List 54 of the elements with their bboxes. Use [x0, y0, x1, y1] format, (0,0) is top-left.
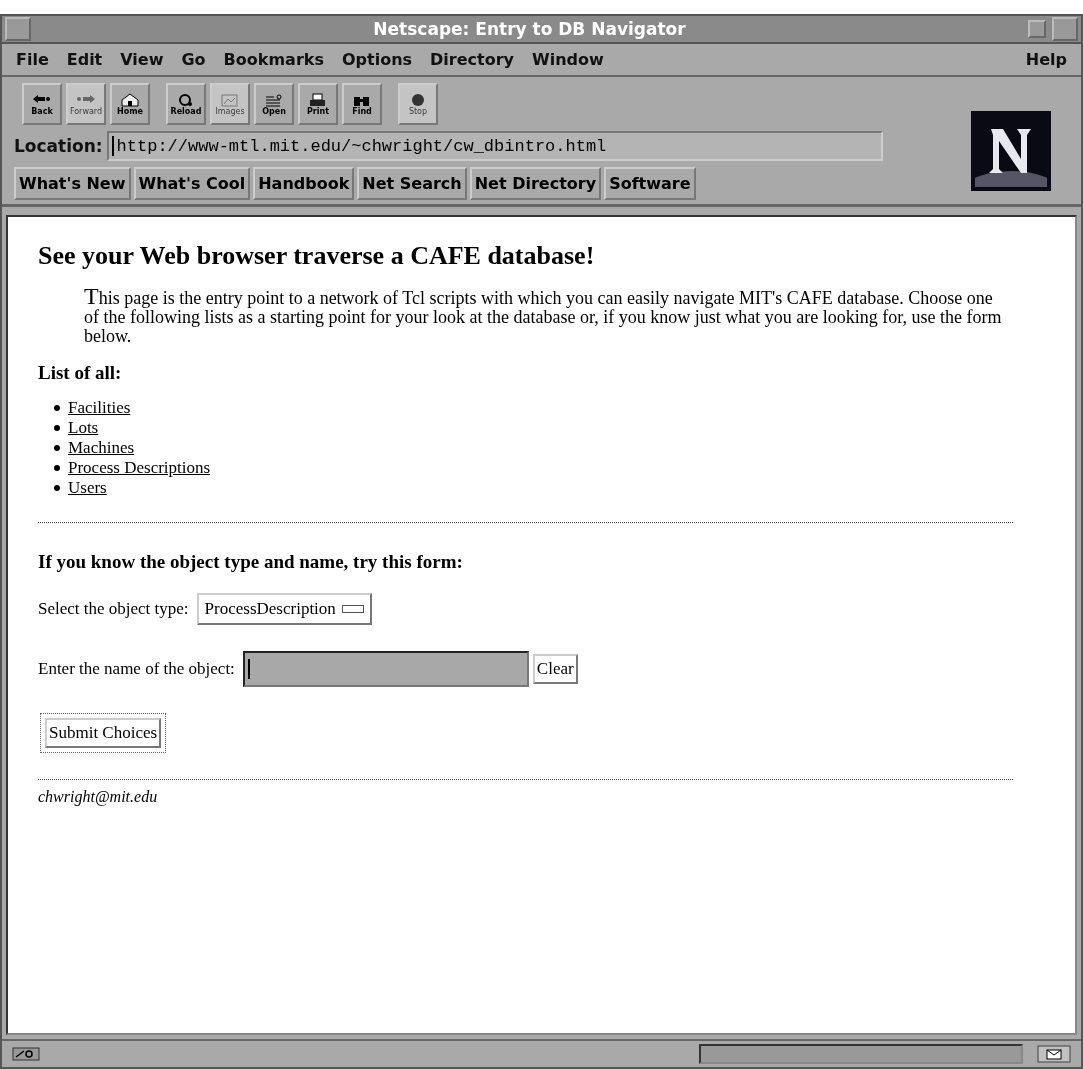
- section-heading: If you know the object type and name, try this form:: [38, 551, 464, 573]
- page-heading: See your Web browser traverse a CAFE database!: [38, 241, 596, 271]
- toolbar-button[interactable]: Print: [298, 83, 338, 125]
- menu-item[interactable]: File: [16, 50, 49, 69]
- section-heading: List of all:: [38, 362, 123, 384]
- toolbar-button[interactable]: Reload: [166, 83, 206, 125]
- open-icon: [263, 92, 285, 107]
- menu-item[interactable]: Edit: [66, 50, 103, 69]
- bullet-icon: [54, 405, 60, 411]
- field-label: Enter the name of the object:: [38, 659, 235, 679]
- security-key-icon: [12, 1047, 40, 1061]
- menu-item[interactable]: Window: [532, 50, 604, 69]
- home-icon: [119, 92, 141, 107]
- window-menu-button[interactable]: [5, 17, 31, 41]
- netscape-logo[interactable]: [971, 111, 1051, 191]
- bullet-icon: [54, 445, 60, 451]
- toolbar-button[interactable]: Open: [254, 83, 294, 125]
- clear-button[interactable]: Clear: [532, 654, 578, 684]
- directory-button[interactable]: What's New: [14, 167, 131, 200]
- list-link[interactable]: Facilities: [68, 398, 131, 418]
- menu-item[interactable]: Go: [181, 50, 206, 69]
- list-link[interactable]: Lots: [68, 418, 99, 438]
- toolbar-button[interactable]: Back: [22, 83, 62, 125]
- mail-icon[interactable]: [1037, 1045, 1071, 1063]
- maximize-button[interactable]: [1052, 17, 1078, 41]
- menu-item[interactable]: Bookmarks: [223, 50, 324, 69]
- menu-item[interactable]: Options: [341, 50, 413, 69]
- location-field[interactable]: http://www-mtl.mit.edu/~chwright/cw_dbintro.html: [106, 131, 883, 161]
- directory-button[interactable]: What's Cool: [133, 167, 251, 200]
- directory-button[interactable]: Handbook: [253, 167, 355, 200]
- field-label: Select the object type:: [38, 599, 189, 619]
- toolbar-button[interactable]: Home: [110, 83, 150, 125]
- menu-item[interactable]: View: [120, 50, 164, 69]
- window-title: Netscape: Entry to DB Navigator: [372, 19, 687, 39]
- list-link[interactable]: Users: [68, 478, 107, 498]
- menu-item[interactable]: Help: [1025, 50, 1067, 69]
- submit-button[interactable]: Submit Choices: [45, 718, 162, 748]
- list-link[interactable]: Process Descriptions: [68, 458, 211, 478]
- directory-button[interactable]: Net Directory: [469, 167, 602, 200]
- minimize-button[interactable]: [1028, 20, 1046, 38]
- bullet-icon: [54, 485, 60, 491]
- images-icon: [219, 92, 241, 107]
- bullet-icon: [54, 425, 60, 431]
- toolbar-button[interactable]: Find: [342, 83, 382, 125]
- location-label: Location:: [14, 136, 103, 156]
- list-link[interactable]: Machines: [68, 438, 135, 458]
- object-type-dropdown[interactable]: ProcessDescription: [196, 593, 372, 625]
- directory-button[interactable]: Software: [604, 167, 696, 200]
- bullet-icon: [54, 465, 60, 471]
- intro-paragraph: This page is the entry point to a network of Tcl scripts with which you can easily navigate MIT's CAFE database. Choose one of the following lists as a starting point for your look at the database or, if you know just what you are looking for, use the form below.: [84, 287, 1003, 346]
- directory-button[interactable]: Net Search: [357, 167, 467, 200]
- name-input-field[interactable]: [242, 651, 529, 687]
- email-address: chwright@mit.edu: [38, 788, 159, 806]
- menu-item[interactable]: Directory: [430, 50, 514, 69]
